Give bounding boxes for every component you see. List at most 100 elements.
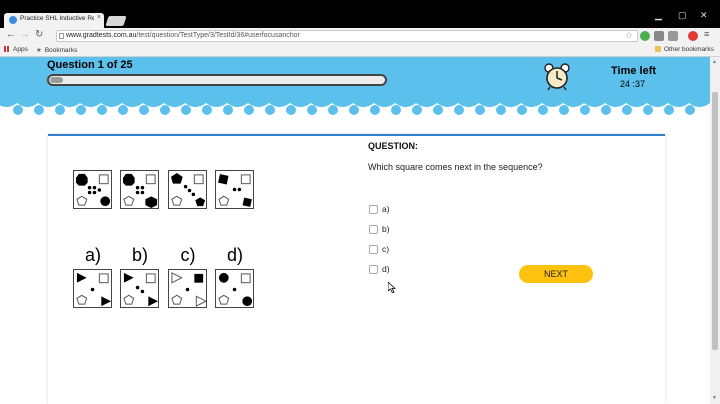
option-square-b-shapes: [123, 272, 159, 307]
bunting-bead: [307, 105, 317, 115]
window-close-icon[interactable]: ✕: [700, 10, 708, 21]
favicon-icon: [9, 16, 17, 24]
bunting-bead: [433, 105, 443, 115]
bunting-bead: [643, 105, 653, 115]
folder-icon: [655, 46, 661, 52]
bunting-bead: [685, 105, 695, 115]
scroll-up-icon[interactable]: ▲: [712, 59, 717, 65]
bunting-bead: [118, 105, 128, 115]
bunting-bead: [664, 105, 674, 115]
bunting-bead: [202, 105, 212, 115]
mouse-cursor-icon: [388, 282, 396, 293]
sequence-square-4: [215, 170, 254, 209]
option-square-b: [120, 269, 159, 308]
decorative-bunting: [0, 99, 710, 115]
bunting-bead: [139, 105, 149, 115]
bunting-bead: [34, 105, 44, 115]
bunting-bead: [475, 105, 485, 115]
option-letter-b: b): [131, 245, 148, 265]
menu-icon[interactable]: ≡: [704, 29, 709, 39]
bunting-bead: [160, 105, 170, 115]
option-square-d-shapes: [218, 272, 253, 307]
forward-arrow-icon[interactable]: →: [20, 29, 30, 40]
page-content: Question 1 of 25 Time left 24 :37 a) b) …: [0, 57, 710, 404]
navigation-bar: ← → ↻ www.gradtests.com.au/test/question…: [0, 28, 720, 44]
bookmark-apps[interactable]: Apps: [4, 46, 28, 53]
sequence-square-2: [120, 170, 159, 209]
test-header: Question 1 of 25 Time left 24 :37: [0, 57, 710, 99]
browser-tab[interactable]: Practice SHL Inductive Re ×: [4, 13, 104, 28]
bunting-bead: [496, 105, 506, 115]
bunting-bead: [559, 105, 569, 115]
answer-c-label: c): [382, 244, 390, 254]
scroll-thumb[interactable]: [712, 92, 718, 350]
option-letter-d: d): [226, 245, 243, 265]
extension-red-icon[interactable]: [688, 31, 698, 41]
sequence-square-1: [73, 170, 112, 209]
bunting-bead: [601, 105, 611, 115]
answer-d-label: d): [382, 264, 390, 274]
bunting-bead: [265, 105, 275, 115]
bunting-bead: [349, 105, 359, 115]
progress-fill: [50, 77, 63, 83]
sequence-square-3: [168, 170, 207, 209]
question-heading: QUESTION:: [368, 141, 419, 151]
answer-b-label: b): [382, 224, 390, 234]
bookmark-apps-label: Apps: [13, 46, 28, 53]
option-square-c-shapes: [171, 272, 208, 307]
bunting-bead: [13, 105, 23, 115]
bunting-bead: [370, 105, 380, 115]
browser-window: Practice SHL Inductive Re × ▁ ▢ ✕ ← → ↻ …: [0, 0, 720, 404]
bunting-bead: [412, 105, 422, 115]
question-counter: Question 1 of 25: [47, 59, 133, 71]
answer-c-checkbox[interactable]: [369, 245, 378, 254]
option-letter-a: a): [84, 245, 101, 265]
answer-b-checkbox[interactable]: [369, 225, 378, 234]
new-tab-button[interactable]: [105, 16, 127, 26]
page-scrollbar[interactable]: ▲ ▼: [710, 57, 720, 404]
bunting-bead: [454, 105, 464, 115]
tab-close-icon[interactable]: ×: [97, 14, 101, 21]
minimize-icon[interactable]: ▁: [655, 10, 662, 21]
bunting-bead: [391, 105, 401, 115]
bookmark-star-icon[interactable]: ☆: [625, 30, 633, 41]
bookmarks-bar: Apps ★ Bookmarks Other bookmarks: [0, 44, 720, 57]
question-text: Which square comes next in the sequence?: [368, 162, 543, 172]
time-left-label: Time left: [611, 65, 657, 77]
bunting-bead: [580, 105, 590, 115]
bookmark-bookmarks[interactable]: ★ Bookmarks: [36, 46, 77, 54]
bunting-bead: [244, 105, 254, 115]
reload-icon[interactable]: ↻: [35, 29, 43, 40]
sequence-square-1-shapes: [75, 173, 111, 207]
tab-strip: Practice SHL Inductive Re × ▁ ▢ ✕: [0, 0, 720, 28]
extension-gray-icon[interactable]: [654, 31, 664, 41]
option-square-c: [168, 269, 208, 308]
answer-d-checkbox[interactable]: [369, 265, 378, 274]
sequence-square-4-shapes: [218, 174, 252, 207]
answer-a-checkbox[interactable]: [369, 205, 378, 214]
bunting-bead: [223, 105, 233, 115]
scroll-down-icon[interactable]: ▼: [712, 395, 717, 401]
address-bar[interactable]: www.gradtests.com.au/test/question/TestT…: [56, 30, 638, 42]
option-letter-c: c): [180, 245, 196, 265]
extension-box-icon[interactable]: [668, 31, 678, 41]
sequence-square-3-shapes: [170, 172, 206, 207]
bookmark-bookmarks-label: Bookmarks: [44, 47, 78, 54]
tab-title: Practice SHL Inductive Re: [20, 15, 94, 22]
bunting-bead: [328, 105, 338, 115]
other-bookmarks[interactable]: Other bookmarks: [655, 46, 714, 53]
progress-bar: [47, 74, 387, 86]
bunting-bead: [55, 105, 65, 115]
bunting-bead: [181, 105, 191, 115]
next-button[interactable]: NEXT: [519, 265, 593, 283]
bunting-bead: [517, 105, 527, 115]
option-square-d: [215, 269, 254, 308]
other-bookmarks-label: Other bookmarks: [664, 46, 714, 53]
page-icon: [59, 33, 64, 39]
bunting-bead: [622, 105, 632, 115]
bunting-bead: [76, 105, 86, 115]
option-square-a: [73, 269, 112, 308]
back-arrow-icon[interactable]: ←: [6, 29, 16, 40]
extension-green-icon[interactable]: [640, 31, 650, 41]
maximize-icon[interactable]: ▢: [678, 10, 687, 21]
